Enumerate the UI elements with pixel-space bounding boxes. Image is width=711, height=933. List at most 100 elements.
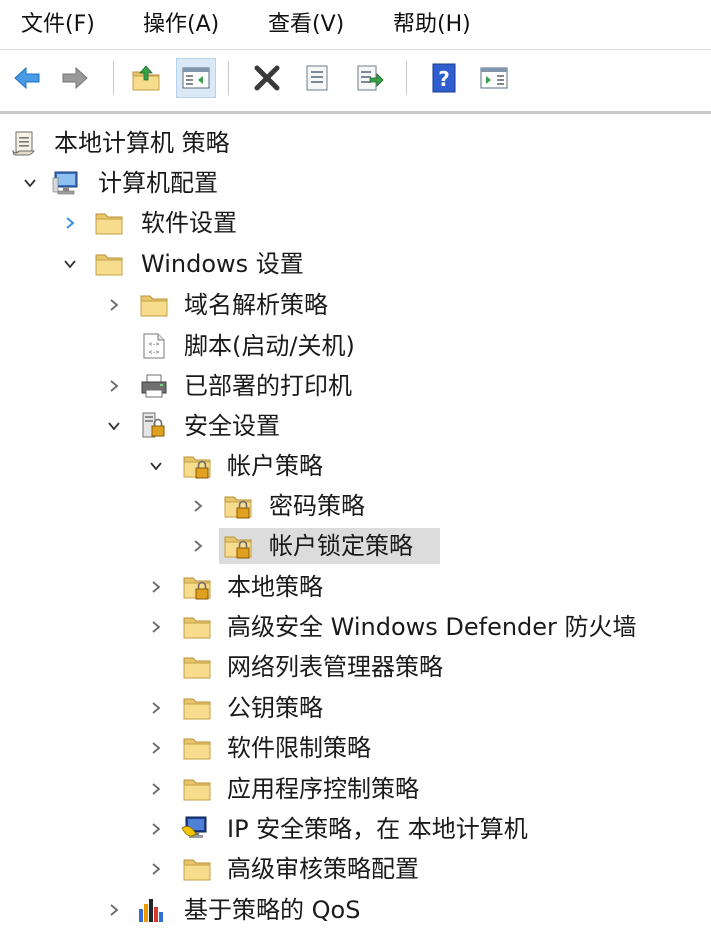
tree-item-computer-config[interactable]: 计算机配置	[0, 164, 711, 202]
chevron-right-icon[interactable]	[106, 297, 122, 313]
folder-icon	[182, 694, 212, 722]
tree-label: 公钥策略	[227, 694, 323, 722]
tree-item-local-policies[interactable]: 本地策略	[0, 568, 711, 606]
chevron-down-icon[interactable]	[106, 418, 122, 434]
lock-folder-icon	[182, 573, 212, 601]
back-button[interactable]	[8, 59, 46, 97]
chevron-right-icon[interactable]	[148, 861, 164, 877]
toolbar: ?	[0, 51, 711, 105]
menu-bar: 文件(F) 操作(A) 查看(V) 帮助(H)	[0, 0, 711, 50]
chevron-right-icon[interactable]	[106, 902, 122, 918]
toolbar-divider	[0, 111, 711, 114]
tree-item-printers[interactable]: 已部署的打印机	[0, 367, 711, 405]
tree-item-public-key[interactable]: 公钥策略	[0, 689, 711, 727]
tree-item-scripts[interactable]: <-> <-> 脚本(启动/关机)	[0, 327, 711, 365]
menu-view[interactable]: 查看(V)	[268, 10, 344, 40]
delete-button[interactable]	[248, 59, 286, 97]
tree-label: 帐户锁定策略	[267, 529, 415, 563]
show-hide-tree-button[interactable]	[176, 58, 216, 98]
tree-item-audit[interactable]: 高级审核策略配置	[0, 850, 711, 888]
chevron-down-icon[interactable]	[148, 458, 164, 474]
menu-file[interactable]: 文件(F)	[21, 10, 95, 40]
chevron-right-icon[interactable]	[148, 781, 164, 797]
tree-item-password-policy[interactable]: 密码策略	[0, 487, 711, 525]
svg-text:<->: <->	[149, 349, 160, 356]
folder-icon	[94, 209, 124, 237]
up-folder-icon	[132, 65, 160, 91]
folder-icon	[182, 855, 212, 883]
export-list-button[interactable]	[350, 59, 388, 97]
help-icon: ?	[432, 63, 456, 93]
bar-chart-icon	[139, 899, 163, 922]
tree-label: 已部署的打印机	[184, 372, 352, 400]
tree-item-app-control[interactable]: 应用程序控制策略	[0, 770, 711, 808]
security-server-lock-icon	[142, 412, 165, 438]
tree-item-software-restriction[interactable]: 软件限制策略	[0, 729, 711, 767]
tree-label: Windows 设置	[141, 250, 304, 278]
tree-label: 脚本(启动/关机)	[184, 332, 355, 360]
policy-scroll-icon	[12, 131, 36, 156]
chevron-right-icon[interactable]	[148, 619, 164, 635]
menu-action[interactable]: 操作(A)	[143, 10, 219, 40]
back-icon	[14, 66, 40, 90]
tree-label: 本地计算机 策略	[54, 129, 230, 157]
menu-divider	[0, 49, 711, 50]
action-pane-button[interactable]	[475, 59, 513, 97]
svg-text:?: ?	[438, 67, 450, 91]
tree-label: 软件限制策略	[227, 734, 371, 762]
computer-icon	[52, 171, 78, 195]
tree-item-network-list[interactable]: 网络列表管理器策略	[0, 648, 711, 686]
chevron-right-icon[interactable]	[148, 579, 164, 595]
chevron-right-icon[interactable]	[106, 378, 122, 394]
tree-label: 高级安全 Windows Defender 防火墙	[227, 613, 637, 641]
tree-label: IP 安全策略，在 本地计算机	[227, 815, 528, 843]
folder-icon	[182, 613, 212, 641]
tree-label: 计算机配置	[98, 169, 218, 197]
delete-icon	[254, 65, 280, 91]
tree-item-security-settings[interactable]: 安全设置	[0, 407, 711, 445]
tree-item-ipsec[interactable]: IP 安全策略，在 本地计算机	[0, 810, 711, 848]
forward-button[interactable]	[56, 59, 94, 97]
action-pane-icon	[480, 67, 508, 89]
tree-label: 帐户策略	[227, 452, 323, 480]
chevron-right-icon[interactable]	[148, 700, 164, 716]
chevron-right-icon[interactable]	[148, 821, 164, 837]
toolbar-separator	[406, 61, 407, 95]
printer-icon	[141, 374, 167, 398]
tree-item-lockout-policy[interactable]: 帐户锁定策略	[0, 527, 711, 565]
tree-label: 安全设置	[184, 412, 280, 440]
folder-icon	[139, 291, 169, 319]
tree-item-firewall[interactable]: 高级安全 Windows Defender 防火墙	[0, 608, 711, 646]
tree-item-dns-policy[interactable]: 域名解析策略	[0, 286, 711, 324]
chevron-down-icon[interactable]	[62, 256, 78, 272]
folder-icon	[94, 250, 124, 278]
chevron-right-icon[interactable]	[148, 740, 164, 756]
tree-label: 应用程序控制策略	[227, 775, 419, 803]
lock-folder-icon	[223, 492, 253, 520]
lock-folder-icon	[182, 452, 212, 480]
folder-icon	[182, 734, 212, 762]
tree-item-qos[interactable]: 基于策略的 QoS	[0, 891, 711, 929]
folder-icon	[182, 653, 212, 681]
script-icon: <-> <->	[143, 333, 165, 359]
tree-item-account-policies[interactable]: 帐户策略	[0, 447, 711, 485]
tree-label: 软件设置	[141, 209, 237, 237]
forward-icon	[62, 66, 88, 90]
chevron-right-icon[interactable]	[62, 215, 78, 231]
ipsec-monitor-icon	[181, 816, 207, 838]
help-button[interactable]: ?	[425, 59, 463, 97]
show-hide-tree-icon	[182, 67, 210, 89]
chevron-down-icon[interactable]	[22, 175, 38, 191]
export-list-icon	[357, 65, 384, 91]
tree-item-software-settings[interactable]: 软件设置	[0, 204, 711, 242]
tree-item-root[interactable]: 本地计算机 策略	[0, 124, 711, 162]
up-button[interactable]	[127, 59, 165, 97]
toolbar-separator	[228, 61, 229, 95]
menu-help[interactable]: 帮助(H)	[393, 10, 471, 40]
tree-item-windows-settings[interactable]: Windows 设置	[0, 245, 711, 283]
chevron-right-icon[interactable]	[190, 538, 206, 554]
chevron-right-icon[interactable]	[190, 498, 206, 514]
properties-button[interactable]	[298, 59, 336, 97]
tree-label: 本地策略	[227, 573, 323, 601]
tree-label: 密码策略	[269, 492, 365, 520]
